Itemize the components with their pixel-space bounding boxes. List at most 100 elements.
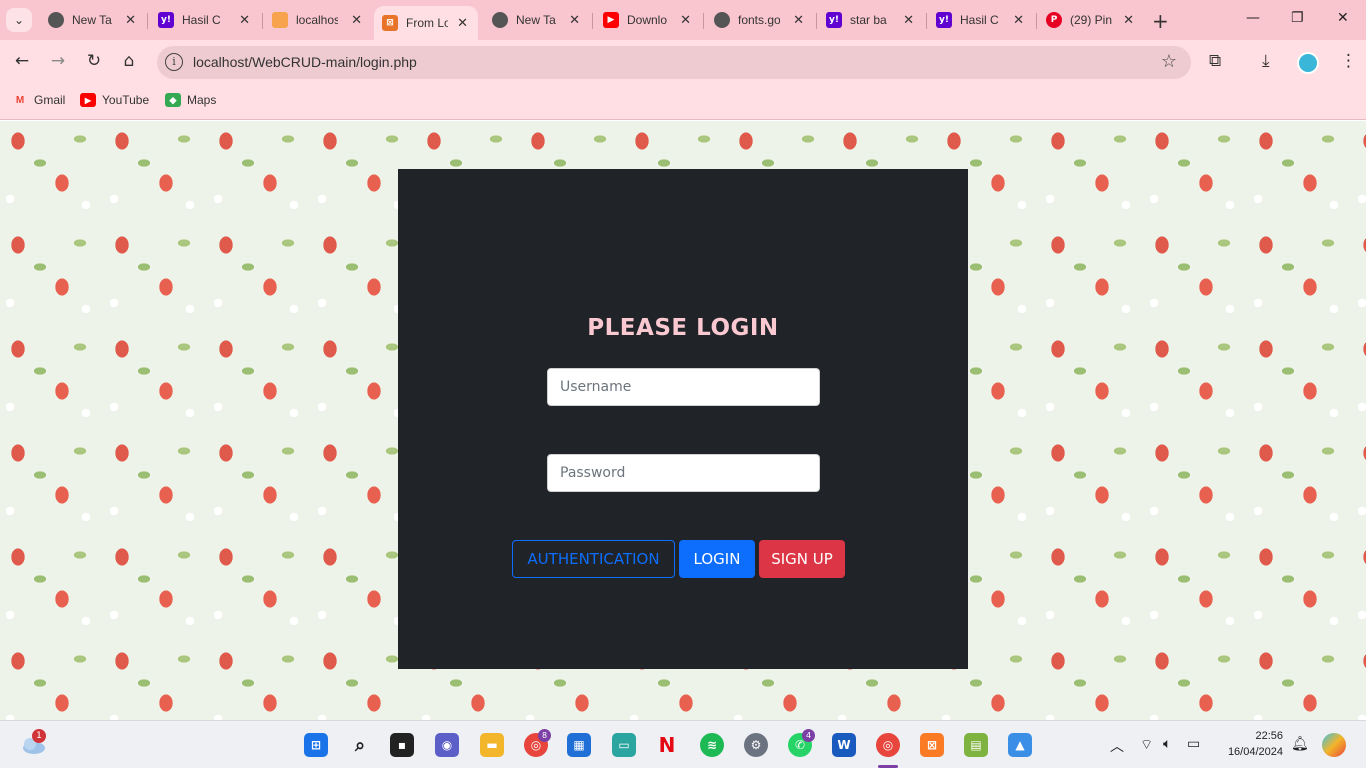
tab-title: Hasil C [960,13,999,27]
notification-bell-icon[interactable]: 🔔︎ [1291,736,1309,752]
whatsapp-badge: 4 [802,729,815,742]
bookmark-gmail[interactable]: M Gmail [12,93,66,107]
tab-divider [147,13,148,29]
bookmark-star-icon[interactable]: ☆ [1161,51,1177,72]
close-icon[interactable]: ✕ [125,13,136,28]
task-view-icon[interactable]: ▪ [390,733,414,757]
tab-star-ba[interactable]: y! star ba ✕ [818,6,924,34]
tab-title: fonts.go [738,13,780,27]
extensions-icon[interactable]: ⧉ [1209,51,1221,71]
chrome-profile-icon[interactable]: ◎ [876,733,900,757]
download-icon[interactable]: ⤓ [1262,51,1270,71]
restore-icon[interactable]: ❐ [1291,10,1304,26]
clock[interactable]: 22:56 16/04/2024 [1221,728,1283,760]
password-input[interactable] [547,454,820,492]
tab-pinterest[interactable]: P (29) Pin ✕ [1038,6,1144,34]
close-icon[interactable]: ✕ [569,13,580,28]
reload-icon[interactable]: ↻ [83,51,105,71]
tab-fonts[interactable]: fonts.go ✕ [706,6,814,34]
bookmark-label: Gmail [34,93,66,107]
bookmark-youtube[interactable]: ▶ YouTube [80,93,149,107]
battery-icon[interactable]: ▭ [1187,736,1200,752]
chevron-up-icon[interactable]: ︿ [1110,736,1124,756]
clock-date: 16/04/2024 [1227,746,1283,758]
spotify-icon[interactable]: ≋ [700,733,724,757]
close-icon[interactable]: ✕ [680,13,691,28]
tab-divider [926,13,927,29]
meet-icon[interactable]: ◉ [435,733,459,757]
gmail-icon: M [15,94,25,106]
wifi-icon[interactable]: ⌔ [1140,736,1153,754]
tab-divider [1036,13,1037,29]
tab-youtube-download[interactable]: ▶ Downlo ✕ [595,6,701,34]
tab-divider [592,13,593,29]
tab-title: New Ta [516,13,556,27]
close-icon[interactable]: ✕ [1013,13,1024,28]
tab-new-tab-2[interactable]: New Ta ✕ [484,6,590,34]
sublime-chart-icon[interactable]: ▤ [964,733,988,757]
address-url[interactable]: localhost/WebCRUD-main/login.php [193,54,417,70]
tab-title: localhos [296,13,338,27]
tab-divider [703,13,704,29]
youtube-icon: ▶ [603,12,619,28]
chevron-down-icon: ⌄ [13,13,25,27]
minimize-icon[interactable]: — [1246,10,1260,26]
tab-title: Hasil C [182,13,221,27]
close-icon[interactable]: ✕ [793,13,804,28]
device-icon[interactable]: ▭ [612,733,636,757]
close-icon[interactable]: ✕ [239,13,250,28]
tab-active-login[interactable]: ⊠ From Lo ✕ [374,6,478,40]
close-icon[interactable]: ✕ [1123,13,1134,28]
globe-icon [714,12,730,28]
start-windows-icon[interactable]: ⊞ [304,733,328,757]
home-icon[interactable]: ⌂ [118,51,140,71]
chrome-badge: 8 [538,729,551,742]
login-button[interactable]: LOGIN [679,540,755,578]
new-tab-button[interactable]: + [1152,9,1169,33]
tab-new-tab-1[interactable]: New Ta ✕ [40,6,146,34]
close-window-icon[interactable]: ✕ [1337,10,1349,26]
bookmark-maps[interactable]: ◆ Maps [165,93,216,107]
weather-widget[interactable]: 1 [20,729,46,757]
tab-divider [262,13,263,29]
tab-hasil-2[interactable]: y! Hasil C ✕ [928,6,1034,34]
site-info-icon[interactable]: i [165,53,183,71]
pinterest-icon: P [1046,12,1062,28]
xampp-icon: ⊠ [382,15,398,31]
search-icon[interactable]: ⌕ [348,733,372,757]
bookmark-label: Maps [187,93,217,107]
settings-gear-icon[interactable]: ⚙ [744,733,768,757]
back-icon[interactable]: ← [11,51,33,71]
page-title: PLEASE LOGIN [587,315,779,341]
username-input[interactable] [547,368,820,406]
netflix-icon[interactable]: N [655,733,679,757]
maps-icon: ◆ [165,93,181,107]
forward-icon[interactable]: → [47,51,69,71]
close-icon[interactable]: ✕ [457,16,468,31]
menu-kebab-icon[interactable]: ⋮ [1340,51,1357,71]
photos-icon[interactable]: ▲ [1008,733,1032,757]
tab-phpmyadmin[interactable]: localhos ✕ [264,6,372,34]
authentication-button[interactable]: AUTHENTICATION [512,540,675,578]
tab-title: star ba [850,13,887,27]
tab-search-button[interactable]: ⌄ [6,8,32,32]
bookmarks-bar: M Gmail ▶ YouTube ◆ Maps [0,86,1366,120]
page-viewport: PLEASE LOGIN AUTHENTICATION LOGIN SIGN U… [0,121,1366,720]
word-icon[interactable]: W [832,733,856,757]
tab-hasil-1[interactable]: y! Hasil C ✕ [150,6,260,34]
tab-divider [816,13,817,29]
address-bar[interactable]: i localhost/WebCRUD-main/login.php ☆ [157,46,1191,79]
xampp-icon[interactable]: ⊠ [920,733,944,757]
file-explorer-icon[interactable]: ▬ [480,733,504,757]
tab-title: New Ta [72,13,112,27]
volume-icon[interactable]: 🔈︎ [1163,736,1171,752]
globe-icon [492,12,508,28]
avatar[interactable] [1297,52,1319,74]
taskbar: 1 ⊞ ⌕ ▪ ◉ ▬ ◎ 8 ▦ ▭ N ≋ ⚙ ✆ 4 W ◎ ⊠ ▤ ▲ … [0,720,1366,768]
signup-button[interactable]: SIGN UP [759,540,845,578]
close-icon[interactable]: ✕ [903,13,914,28]
copilot-icon[interactable] [1322,733,1346,757]
close-icon[interactable]: ✕ [351,13,362,28]
store-icon[interactable]: ▦ [567,733,591,757]
login-panel: PLEASE LOGIN AUTHENTICATION LOGIN SIGN U… [398,169,968,669]
